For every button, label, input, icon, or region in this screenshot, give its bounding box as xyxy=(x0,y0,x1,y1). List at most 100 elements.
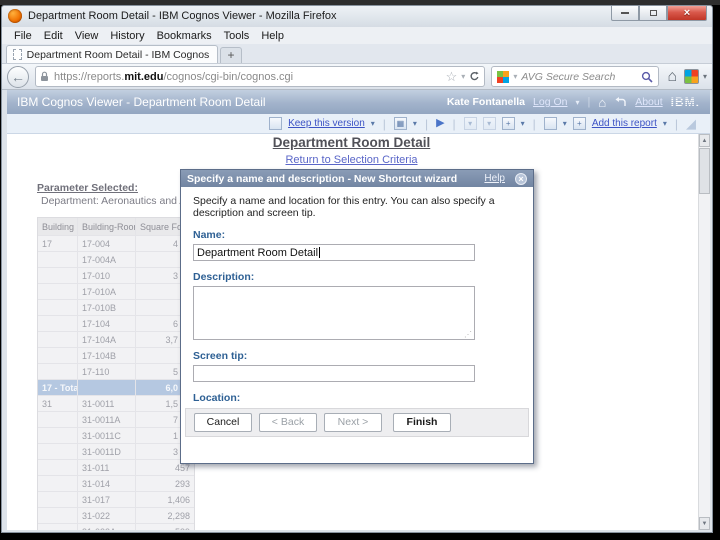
square-footage-cell: 539 xyxy=(136,524,194,530)
new-tab-button[interactable]: + xyxy=(220,47,242,63)
name-field[interactable]: Department Room Detail xyxy=(193,244,475,261)
building-number-cell xyxy=(38,268,78,283)
view-in-dropdown-icon[interactable]: ▾ xyxy=(563,119,567,128)
tab-bar: Department Room Detail - IBM Cognos ... … xyxy=(2,44,712,63)
window-titlebar[interactable]: Department Room Detail - IBM Cognos View… xyxy=(2,6,712,27)
menu-edit[interactable]: Edit xyxy=(38,29,69,43)
navigation-bar: ← https://reports.mit.edu/cognos/cgi-bin… xyxy=(2,63,712,90)
restore-button[interactable] xyxy=(639,6,667,21)
keep-version-dropdown-icon[interactable]: ▾ xyxy=(371,119,375,128)
bookmark-star-icon[interactable]: ☆ xyxy=(446,69,458,85)
view-format-icon[interactable]: ▦ xyxy=(394,117,407,130)
finish-button[interactable]: Finish xyxy=(393,413,451,432)
search-box[interactable]: ▾ AVG Secure Search xyxy=(491,66,659,87)
menu-bookmarks[interactable]: Bookmarks xyxy=(151,29,218,43)
building-number-cell xyxy=(38,300,78,315)
divider: | xyxy=(587,96,590,108)
cognos-header: IBM Cognos Viewer - Department Room Deta… xyxy=(7,90,710,114)
scroll-up-icon[interactable]: ▲ xyxy=(699,134,710,147)
menu-help[interactable]: Help xyxy=(255,29,290,43)
drill-up-icon: ▾ xyxy=(483,117,496,130)
building-number-cell xyxy=(38,252,78,267)
search-icon[interactable] xyxy=(641,71,653,83)
scroll-down-icon[interactable]: ▼ xyxy=(699,517,710,530)
building-number-cell xyxy=(38,444,78,459)
building-room-cell: 31-017 xyxy=(78,492,136,507)
screen: Send / ReceiveFolderViewAdd-InsMcAfee E-… xyxy=(0,0,720,540)
building-number-cell: 17 xyxy=(38,236,78,251)
building-room-cell: 17-010 xyxy=(78,268,136,283)
building-room-cell xyxy=(78,380,136,395)
close-button[interactable]: × xyxy=(667,6,707,21)
dialog-titlebar[interactable]: Specify a name and description - New Sho… xyxy=(181,170,533,187)
return-to-selection-link[interactable]: Return to Selection Criteria xyxy=(7,154,696,166)
log-on-dropdown-icon[interactable]: ▾ xyxy=(575,98,579,107)
tab-title: Department Room Detail - IBM Cognos ... xyxy=(27,49,211,61)
page-scrollbar[interactable]: ▲ ▼ xyxy=(698,134,710,530)
return-icon[interactable] xyxy=(614,97,627,108)
toolbar-overflow-icon[interactable]: ▾ xyxy=(703,72,707,81)
related-links-icon[interactable]: + xyxy=(502,117,515,130)
log-on-link[interactable]: Log On xyxy=(533,96,567,108)
building-room-cell: 17-104A xyxy=(78,332,136,347)
view-in-icon[interactable] xyxy=(544,117,557,130)
screen-tip-field[interactable] xyxy=(193,365,475,382)
building-number-cell xyxy=(38,524,78,530)
new-shortcut-wizard-dialog: Specify a name and description - New Sho… xyxy=(180,169,534,464)
tab-department-room-detail[interactable]: Department Room Detail - IBM Cognos ... xyxy=(6,45,218,63)
building-room-cell: 31-022 xyxy=(78,508,136,523)
cancel-button[interactable]: Cancel xyxy=(194,413,252,432)
home-portal-icon[interactable]: ⌂ xyxy=(598,95,606,110)
minimize-button[interactable] xyxy=(611,6,639,21)
view-format-dropdown-icon[interactable]: ▾ xyxy=(413,119,417,128)
dialog-close-icon[interactable]: × xyxy=(515,173,527,185)
table-row: 31-0011C1 xyxy=(38,428,194,444)
table-row: 17-1046 xyxy=(38,316,194,332)
menu-file[interactable]: File xyxy=(8,29,38,43)
table-row: 17-1105 xyxy=(38,364,194,380)
help-link[interactable]: Help xyxy=(484,173,505,184)
table-row: 31-0171,406 xyxy=(38,492,194,508)
related-links-dropdown-icon[interactable]: ▾ xyxy=(521,119,525,128)
building-number-cell xyxy=(38,332,78,347)
divider: | xyxy=(383,117,386,131)
avg-toolbar-icon[interactable] xyxy=(684,69,699,84)
cognos-toolbar: Keep this version ▾ | ▦ ▾ | ▶ | ▾ ▾ + ▾ … xyxy=(7,114,710,134)
back-button[interactable]: ← xyxy=(7,66,29,88)
about-link[interactable]: About xyxy=(635,96,662,108)
add-report-link[interactable]: Add this report xyxy=(592,118,657,129)
screen-tip-label: Screen tip: xyxy=(193,350,521,362)
background-ribbon-label: View xyxy=(229,0,246,1)
menu-history[interactable]: History xyxy=(104,29,150,43)
url-bar[interactable]: https://reports.mit.edu/cognos/cgi-bin/c… xyxy=(35,66,485,87)
table-row: 17-0103 xyxy=(38,268,194,284)
table-row: 31-0011A7 xyxy=(38,412,194,428)
column-header: Building Number xyxy=(38,218,78,235)
user-name: Kate Fontanella xyxy=(447,96,525,108)
room-detail-table: Building Number Building-Room Square Foo… xyxy=(37,217,195,530)
run-report-icon[interactable]: ▶ xyxy=(436,118,444,129)
building-number-cell xyxy=(38,508,78,523)
menu-bar: FileEditViewHistoryBookmarksToolsHelp xyxy=(2,27,712,44)
keep-version-link[interactable]: Keep this version xyxy=(288,118,365,129)
reload-icon[interactable] xyxy=(469,71,480,82)
building-room-cell: 17-010A xyxy=(78,284,136,299)
background-ribbon-label: Adobe PDF xyxy=(484,0,525,1)
table-row: 17-010A xyxy=(38,284,194,300)
search-input[interactable]: AVG Secure Search xyxy=(521,71,637,83)
square-footage-cell: 293 xyxy=(136,476,194,491)
building-number-cell xyxy=(38,412,78,427)
search-engine-dropdown-icon[interactable]: ▾ xyxy=(513,72,517,81)
home-icon[interactable]: ⌂ xyxy=(667,68,677,86)
url-dropdown-icon[interactable]: ▾ xyxy=(461,72,465,81)
building-room-cell: 31-011 xyxy=(78,460,136,475)
divider: | xyxy=(453,117,456,131)
menu-tools[interactable]: Tools xyxy=(218,29,256,43)
window-title: Department Room Detail - IBM Cognos View… xyxy=(28,10,337,22)
menu-view[interactable]: View xyxy=(69,29,105,43)
resize-grip-icon[interactable]: ⋰ xyxy=(464,330,472,339)
building-number-cell xyxy=(38,460,78,475)
description-field[interactable]: ⋰ xyxy=(193,286,475,340)
add-report-dropdown-icon[interactable]: ▾ xyxy=(663,119,667,128)
scrollbar-thumb[interactable] xyxy=(699,148,710,194)
